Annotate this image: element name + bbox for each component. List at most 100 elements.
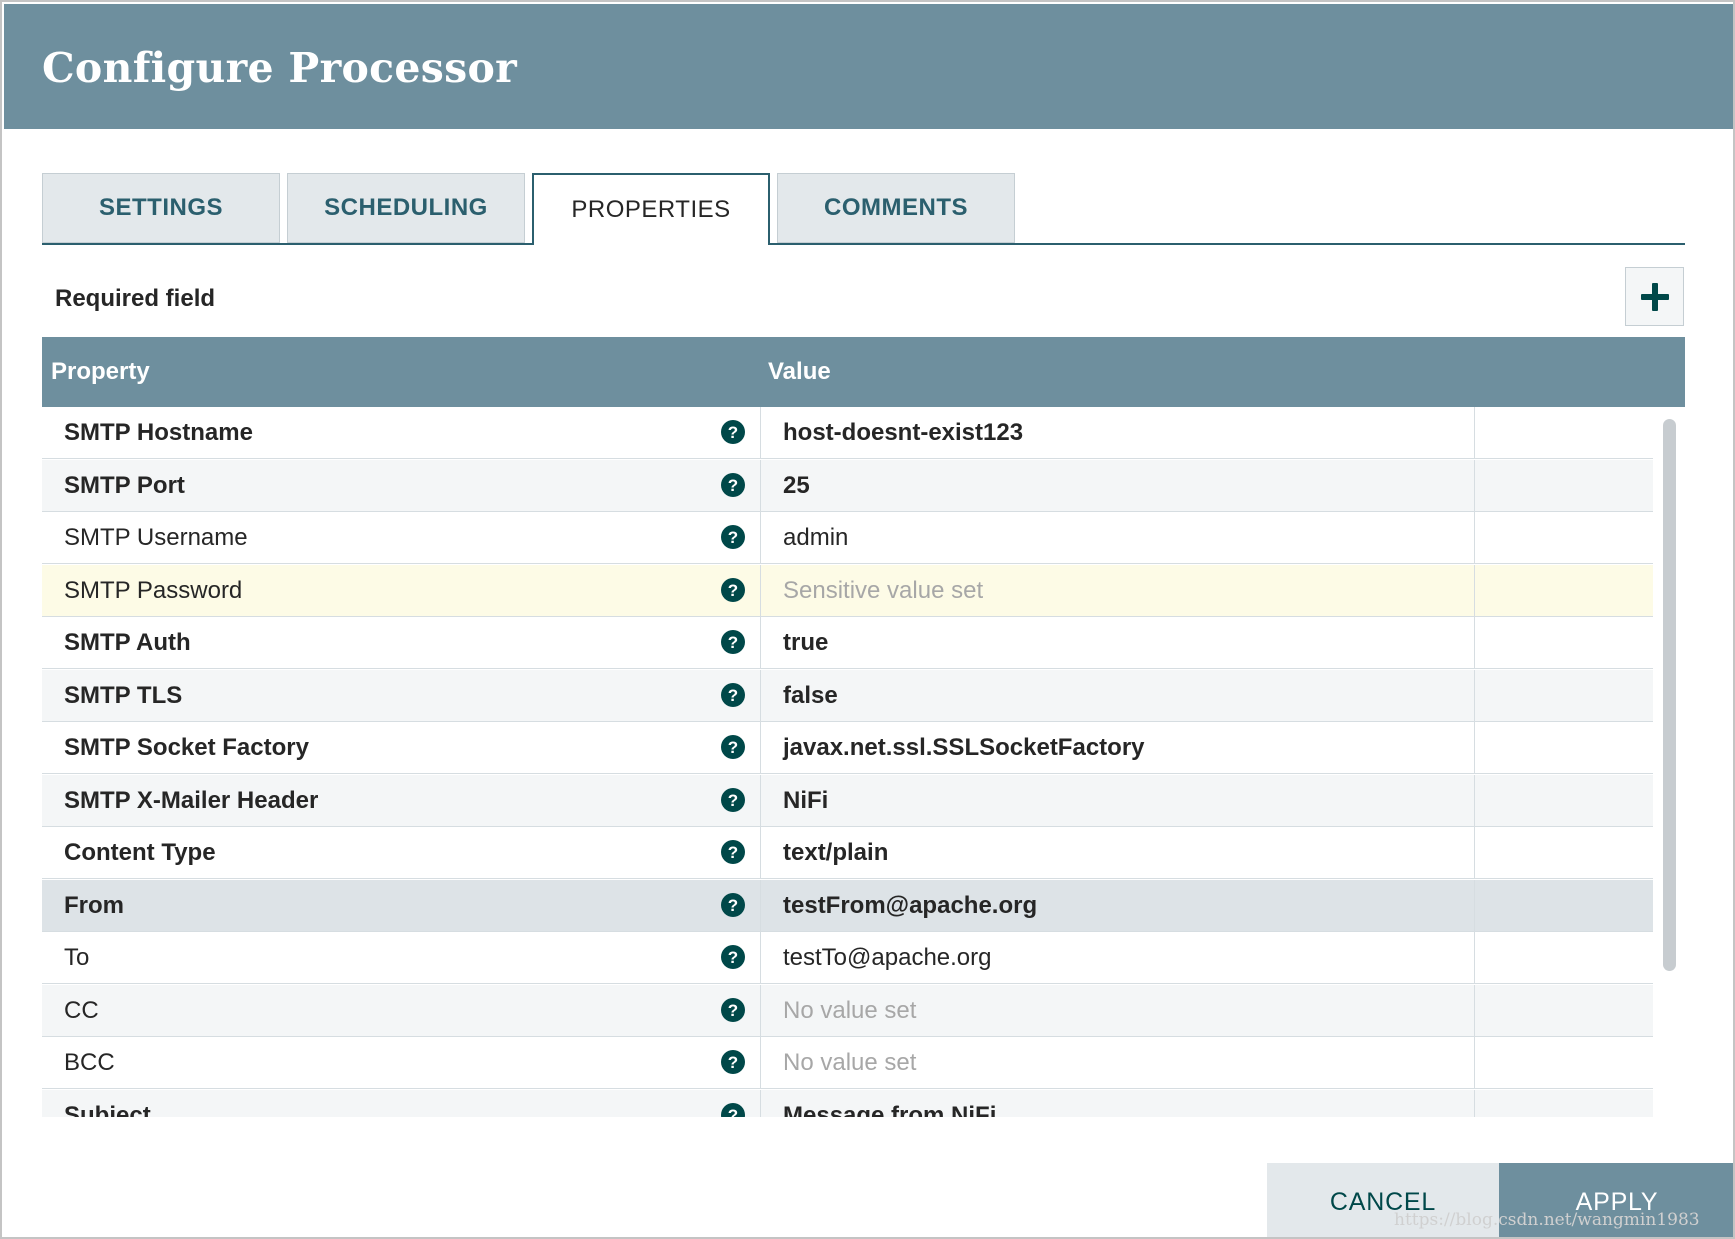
scrollbar-thumb[interactable] [1663,419,1676,971]
property-value[interactable]: testFrom@apache.org [783,892,1037,920]
table-row[interactable]: From? testFrom@apache.org [42,880,1653,932]
table-header: Property Value [42,337,1685,407]
column-divider [760,880,761,931]
property-value[interactable]: No value set [783,997,916,1025]
property-value[interactable]: true [783,629,828,657]
watermark: https://blog.csdn.net/wangmin1983 [1394,1210,1700,1230]
property-name: SMTP Socket Factory [64,734,309,761]
property-value[interactable]: javax.net.ssl.SSLSocketFactory [783,734,1145,762]
column-divider [760,932,761,983]
help-icon[interactable]: ? [721,998,745,1022]
property-name: From [64,892,124,919]
column-divider [760,512,761,563]
property-name: SMTP TLS [64,682,183,709]
help-icon[interactable]: ? [721,788,745,812]
table-row[interactable]: To? testTo@apache.org [42,932,1653,984]
tab-properties[interactable]: PROPERTIES [532,173,770,245]
actions-column-divider [1474,1090,1475,1117]
add-property-button[interactable] [1625,267,1684,326]
actions-column-divider [1474,932,1475,983]
table-row[interactable]: BCC? No value set [42,1037,1653,1089]
help-icon[interactable]: ? [721,420,745,444]
actions-column-divider [1474,407,1475,458]
configure-processor-dialog: Configure Processor SETTINGS SCHEDULING … [0,0,1735,1239]
property-name: SMTP Password [64,577,243,604]
table-body: SMTP Hostname? host-doesnt-exist123 SMTP P… [42,407,1653,1117]
property-name: Subject [64,1102,151,1117]
actions-column-divider [1474,512,1475,563]
tab-settings[interactable]: SETTINGS [42,173,280,243]
property-name: Content Type [64,839,216,866]
column-divider [760,827,761,878]
property-value[interactable]: 25 [783,472,810,500]
help-icon[interactable]: ? [721,893,745,917]
tab-scheduling[interactable]: SCHEDULING [287,173,525,243]
dialog-header: Configure Processor [4,4,1733,129]
property-name: To [64,944,90,971]
plus-icon [1640,282,1669,311]
column-divider [760,565,761,616]
column-divider [760,1037,761,1088]
actions-column-divider [1474,1037,1475,1088]
table-row[interactable]: SMTP Socket Factory? javax.net.ssl.SSLSoc… [42,722,1653,774]
required-field-legend: Required field [55,285,216,312]
help-icon[interactable]: ? [721,683,745,707]
column-divider [760,775,761,826]
property-name: SMTP X-Mailer Header [64,787,319,814]
help-icon[interactable]: ? [721,1103,745,1117]
help-icon[interactable]: ? [721,630,745,654]
property-name: BCC [64,1049,115,1076]
column-divider [760,1090,761,1117]
property-name: SMTP Hostname [64,419,253,446]
dialog-title: Configure Processor [42,44,518,92]
actions-column-divider [1474,775,1475,826]
actions-column-divider [1474,617,1475,668]
column-divider [760,722,761,773]
table-row[interactable]: SMTP Hostname? host-doesnt-exist123 [42,407,1653,459]
table-row[interactable]: SMTP Password? Sensitive value set [42,565,1653,617]
help-icon[interactable]: ? [721,473,745,497]
help-icon[interactable]: ? [721,840,745,864]
help-icon[interactable]: ? [721,735,745,759]
property-name: SMTP Username [64,524,248,551]
help-icon[interactable]: ? [721,525,745,549]
column-divider [760,985,761,1036]
tab-baseline [42,243,1685,245]
property-value[interactable]: No value set [783,1049,916,1077]
tab-comments[interactable]: COMMENTS [777,173,1015,243]
table-row[interactable]: SMTP Username? admin [42,512,1653,564]
table-row[interactable]: SMTP Port? 25 [42,460,1653,512]
property-value[interactable]: NiFi [783,787,828,815]
property-value[interactable]: admin [783,524,848,552]
table-row[interactable]: Content Type? text/plain [42,827,1653,879]
column-header-property[interactable]: Property [51,358,150,386]
property-value[interactable]: false [783,682,838,710]
help-icon[interactable]: ? [721,578,745,602]
actions-column-divider [1474,722,1475,773]
actions-column-divider [1474,985,1475,1036]
table-row[interactable]: Subject? Message from NiFi [42,1090,1653,1117]
actions-column-divider [1474,460,1475,511]
table-row[interactable]: CC? No value set [42,985,1653,1037]
help-icon[interactable]: ? [721,945,745,969]
property-name: SMTP Port [64,472,185,499]
property-name: CC [64,997,99,1024]
property-value[interactable]: host-doesnt-exist123 [783,419,1023,447]
actions-column-divider [1474,670,1475,721]
table-row[interactable]: SMTP Auth? true [42,617,1653,669]
actions-column-divider [1474,880,1475,931]
table-row[interactable]: SMTP TLS? false [42,670,1653,722]
column-divider [760,617,761,668]
property-name: SMTP Auth [64,629,191,656]
column-header-value[interactable]: Value [768,358,831,386]
property-value[interactable]: Sensitive value set [783,577,983,605]
table-row[interactable]: SMTP X-Mailer Header? NiFi [42,775,1653,827]
help-icon[interactable]: ? [721,1050,745,1074]
actions-column-divider [1474,565,1475,616]
tab-bar: SETTINGS SCHEDULING PROPERTIES COMMENTS [42,173,1685,245]
property-value[interactable]: Message from NiFi [783,1102,996,1117]
actions-column-divider [1474,827,1475,878]
column-divider [760,407,761,458]
property-value[interactable]: text/plain [783,839,888,867]
property-value[interactable]: testTo@apache.org [783,944,992,972]
